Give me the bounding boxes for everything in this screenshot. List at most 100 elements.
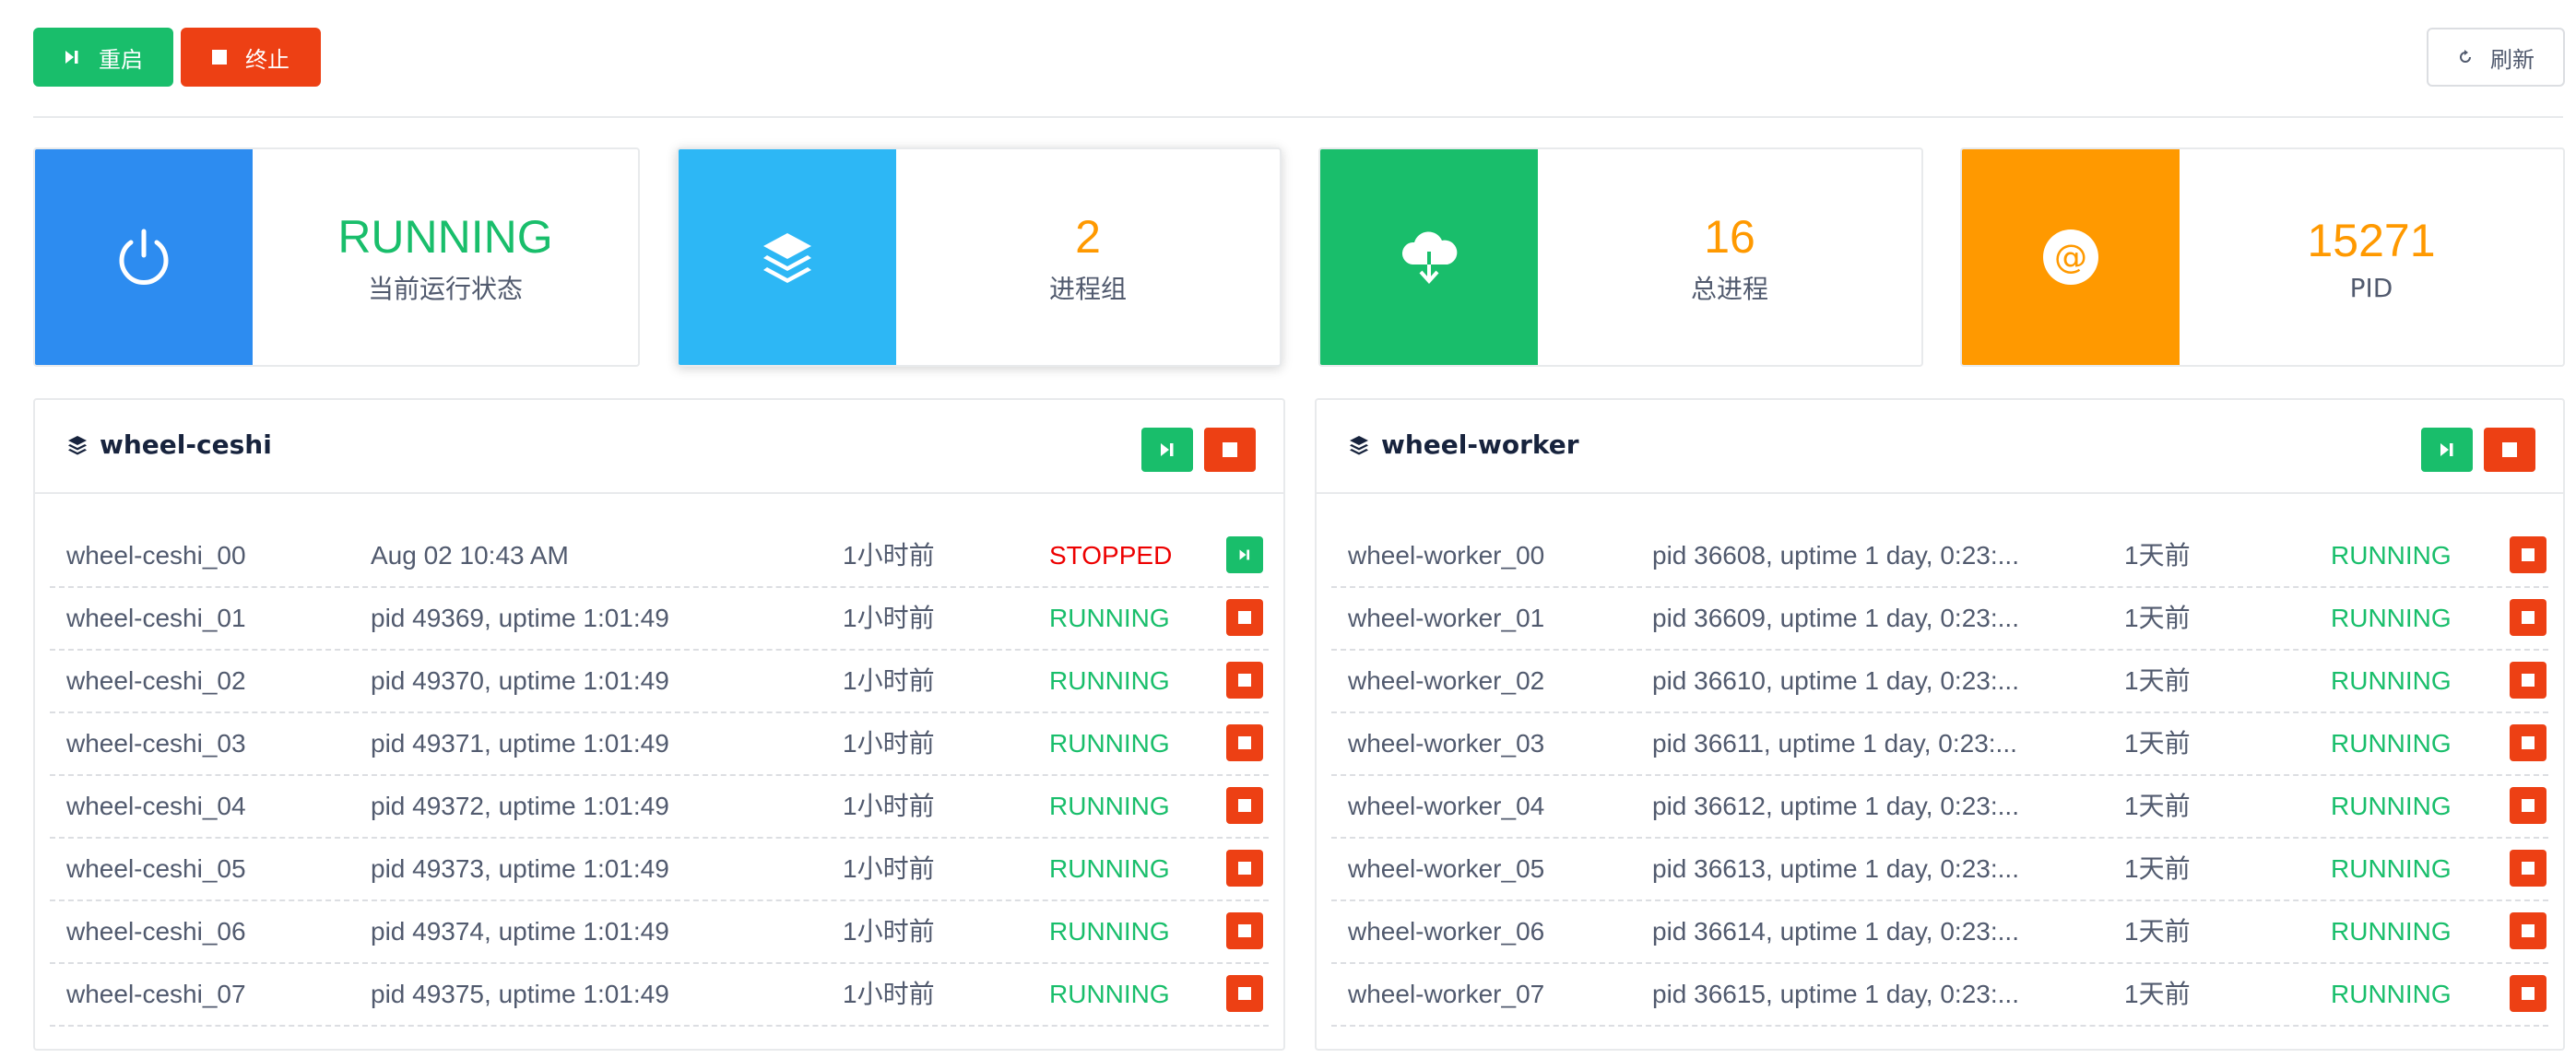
process-stop-button[interactable] (2510, 599, 2546, 636)
process-name: wheel-ceshi_03 (66, 729, 246, 758)
process-state: RUNNING (1049, 980, 1170, 1008)
layers-icon (763, 233, 811, 283)
process-stop-button[interactable] (1226, 724, 1263, 761)
play-next-icon (1239, 549, 1250, 560)
process-description: pid 49373, uptime 1:01:49 (371, 854, 669, 883)
process-row: wheel-worker_02 pid 36610, uptime 1 day, … (1331, 651, 2548, 713)
stat-card-pid: @ 15271 PID (1960, 147, 2565, 367)
process-row: wheel-ceshi_04 pid 49372, uptime 1:01:49 1… (50, 776, 1269, 839)
process-state: RUNNING (2331, 666, 2452, 695)
toolbar: 重启 终止 刷新 (33, 28, 2576, 87)
stop-icon (2522, 799, 2535, 812)
process-row: wheel-ceshi_05 pid 49373, uptime 1:01:49 1… (50, 839, 1269, 901)
refresh-label: 刷新 (2490, 47, 2535, 73)
process-stop-button[interactable] (2510, 975, 2546, 1012)
process-description: pid 36608, uptime 1 day, 0:23:... (1652, 541, 2019, 570)
process-start-time: 1天前 (2124, 666, 2191, 695)
restart-all-button[interactable]: 重启 (33, 28, 173, 87)
layers-icon (1350, 435, 1368, 454)
power-icon (119, 229, 169, 285)
process-start-time: 1小时前 (843, 917, 935, 946)
process-name: wheel-ceshi_02 (66, 666, 246, 695)
process-stop-button[interactable] (1226, 599, 1263, 636)
group-stop-button[interactable] (2484, 428, 2535, 472)
stop-icon (1238, 799, 1251, 812)
play-next-icon (2440, 443, 2453, 456)
process-stop-button[interactable] (1226, 662, 1263, 699)
process-stop-button[interactable] (2510, 850, 2546, 887)
stat-label: 总进程 (1690, 274, 1768, 304)
stop-icon (2522, 862, 2535, 875)
process-row: wheel-worker_06 pid 36614, uptime 1 day, … (1331, 901, 2548, 964)
process-name: wheel-ceshi_06 (66, 917, 246, 946)
stop-icon (1238, 736, 1251, 749)
process-start-time: 1小时前 (843, 980, 935, 1008)
group-stop-button[interactable] (1204, 428, 1256, 472)
process-stop-button[interactable] (2510, 536, 2546, 573)
process-state: RUNNING (2331, 854, 2452, 883)
group-restart-button[interactable] (2421, 428, 2473, 472)
process-state: RUNNING (1049, 917, 1170, 946)
process-start-time: 1天前 (2124, 604, 2191, 632)
process-start-time: 1小时前 (843, 729, 935, 758)
group-panel-wheel-ceshi: wheel-ceshi wheel-ceshi_00 Aug 02 10:43 A… (33, 398, 1285, 1051)
toolbar-divider (33, 116, 2563, 118)
group-name: wheel-ceshi (100, 429, 272, 460)
stop-icon (1238, 674, 1251, 687)
process-name: wheel-ceshi_00 (66, 541, 246, 570)
process-state: RUNNING (1049, 792, 1170, 820)
process-description: pid 36611, uptime 1 day, 0:23:... (1652, 729, 2017, 758)
refresh-button[interactable]: 刷新 (2427, 28, 2565, 87)
process-description: pid 36612, uptime 1 day, 0:23:... (1652, 792, 2019, 820)
stop-icon (1223, 442, 1237, 457)
process-row: wheel-ceshi_03 pid 49371, uptime 1:01:49 1… (50, 713, 1269, 776)
group-name: wheel-worker (1381, 429, 1579, 460)
process-stop-button[interactable] (1226, 787, 1263, 824)
process-stop-button[interactable] (2510, 912, 2546, 949)
stat-card-processes: 16 总进程 (1318, 147, 1923, 367)
process-start-time: 1天前 (2124, 980, 2191, 1008)
stop-icon (2522, 611, 2535, 624)
process-stop-button[interactable] (1226, 912, 1263, 949)
stop-icon (2522, 924, 2535, 937)
process-stop-button[interactable] (1226, 975, 1263, 1012)
stat-value: 2 (1075, 211, 1101, 263)
stat-label: 当前运行状态 (367, 274, 523, 304)
process-description: pid 36613, uptime 1 day, 0:23:... (1652, 854, 2019, 883)
process-description: Aug 02 10:43 AM (371, 541, 569, 570)
process-row: wheel-ceshi_01 pid 49369, uptime 1:01:49 1… (50, 588, 1269, 651)
stat-icon-box (679, 149, 896, 365)
panel-title: wheel-ceshi (66, 429, 272, 460)
stop-icon (2522, 548, 2535, 561)
stat-value: 16 (1704, 211, 1755, 263)
process-state: RUNNING (1049, 854, 1170, 883)
process-start-time: 1小时前 (843, 666, 935, 695)
group-panel-wheel-worker: wheel-worker wheel-worker_00 pid 36608, u… (1315, 398, 2565, 1051)
process-name: wheel-worker_06 (1348, 917, 1545, 946)
process-row: wheel-ceshi_06 pid 49374, uptime 1:01:49 1… (50, 901, 1269, 964)
process-stop-button[interactable] (2510, 787, 2546, 824)
process-start-button[interactable] (1226, 536, 1263, 573)
stat-icon-box (1320, 149, 1538, 365)
process-row: wheel-ceshi_00 Aug 02 10:43 AM 1小时前 STOPPED (50, 525, 1269, 588)
process-stop-button[interactable] (2510, 724, 2546, 761)
process-start-time: 1小时前 (843, 541, 935, 570)
stop-icon (1238, 611, 1251, 624)
at-icon: @ (2043, 229, 2098, 285)
stop-icon (1238, 987, 1251, 1000)
process-row: wheel-worker_05 pid 36613, uptime 1 day, … (1331, 839, 2548, 901)
stop-all-button[interactable]: 终止 (181, 28, 321, 87)
process-state: RUNNING (1049, 729, 1170, 758)
layers-icon (68, 435, 87, 454)
process-state: RUNNING (2331, 917, 2452, 946)
group-restart-button[interactable] (1141, 428, 1193, 472)
process-state: RUNNING (2331, 541, 2452, 570)
process-start-time: 1天前 (2124, 541, 2191, 570)
process-description: pid 36614, uptime 1 day, 0:23:... (1652, 917, 2019, 946)
stat-label: PID (2349, 272, 2393, 303)
stat-value: 15271 (2307, 214, 2436, 266)
process-stop-button[interactable] (2510, 662, 2546, 699)
process-stop-button[interactable] (1226, 850, 1263, 887)
stop-icon (2522, 987, 2535, 1000)
play-next-icon (65, 51, 78, 64)
